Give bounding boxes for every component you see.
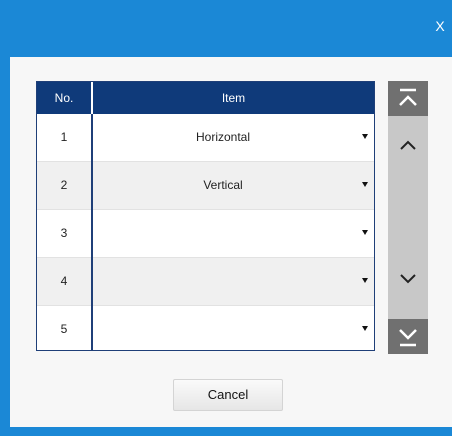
dropdown-caret-icon	[362, 134, 368, 139]
scroll-up-button[interactable]	[395, 135, 421, 155]
row-number: 1	[60, 130, 68, 144]
column-header-no: No.	[54, 91, 74, 105]
item-dropdown-value: Horizontal	[195, 130, 251, 144]
item-dropdown[interactable]	[93, 210, 374, 257]
scroll-up-icon	[400, 140, 416, 150]
scroll-to-top-icon	[399, 88, 417, 106]
dropdown-caret-icon	[362, 278, 368, 283]
table-row: 1 Horizontal	[37, 114, 374, 162]
items-table: No. Item 1 Horizontal 2 Vertical 3 4 5	[36, 81, 375, 351]
table-row: 4	[37, 258, 374, 306]
dropdown-caret-icon	[362, 230, 368, 235]
dropdown-caret-icon	[362, 326, 368, 331]
item-dropdown-value	[93, 258, 353, 305]
table-row: 3	[37, 210, 374, 258]
table-row: 2 Vertical	[37, 162, 374, 210]
item-dropdown-value	[93, 306, 353, 353]
column-header-item: Item	[221, 91, 246, 105]
cancel-button[interactable]: Cancel	[173, 379, 283, 411]
item-dropdown[interactable]: Vertical	[93, 162, 374, 209]
scroll-to-bottom-button[interactable]	[388, 319, 428, 354]
item-dropdown[interactable]: Horizontal	[93, 114, 374, 161]
item-dropdown[interactable]	[93, 306, 374, 353]
table-row: 5	[37, 306, 374, 353]
row-number: 2	[60, 178, 68, 192]
scrollbar[interactable]	[388, 81, 428, 354]
scroll-down-button[interactable]	[395, 269, 421, 289]
scroll-down-icon	[400, 274, 416, 284]
dropdown-caret-icon	[362, 182, 368, 187]
row-number: 5	[60, 322, 68, 336]
row-number: 4	[60, 274, 68, 288]
item-dropdown[interactable]	[93, 258, 374, 305]
item-dropdown-value: Vertical	[203, 178, 243, 192]
item-dropdown-value	[93, 210, 353, 257]
title-bar: X	[0, 0, 452, 46]
scroll-to-top-button[interactable]	[388, 81, 428, 116]
scroll-to-bottom-icon	[399, 329, 417, 347]
close-button[interactable]: X	[432, 16, 448, 36]
dialog-window: X No. Item 1 Horizontal 2 Vertical 3 4 5…	[0, 0, 452, 436]
table-header: No. Item	[37, 82, 374, 114]
column-divider	[91, 114, 93, 350]
dialog-panel: No. Item 1 Horizontal 2 Vertical 3 4 5 C…	[10, 57, 452, 427]
row-number: 3	[60, 226, 68, 240]
